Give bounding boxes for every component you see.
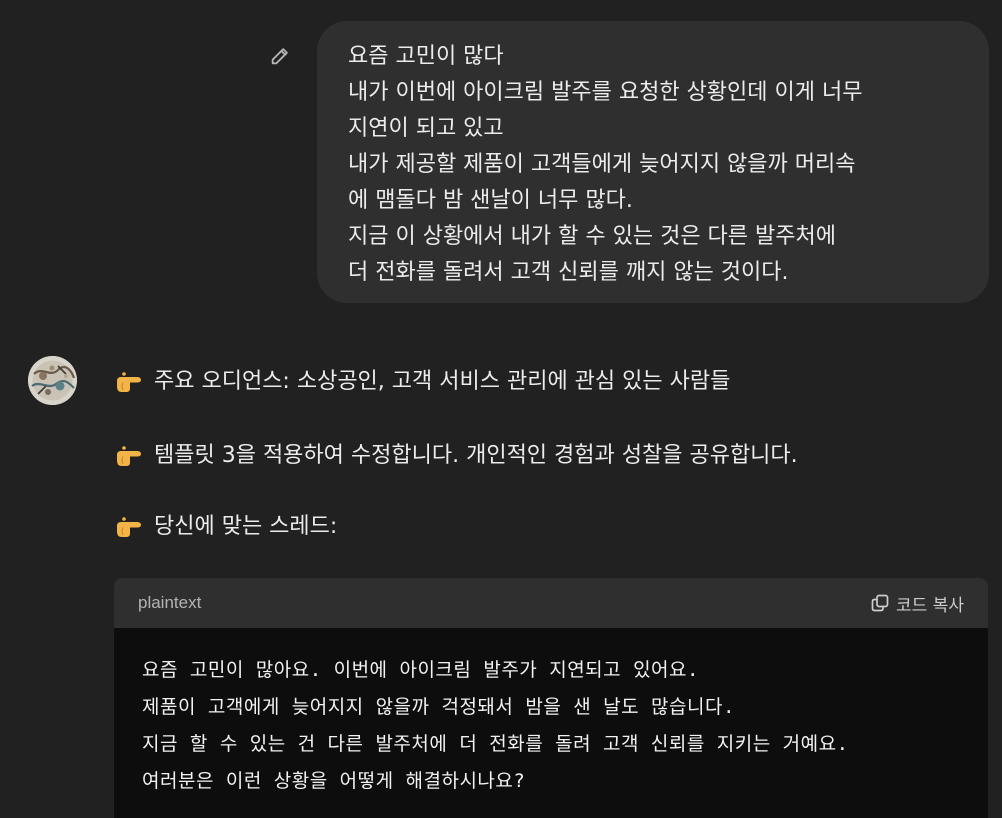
user-message-line: 지연이 되고 있고 <box>348 116 504 141</box>
point-text: 주요 오디언스: 소상공인, 고객 서비스 관리에 관심 있는 사람들 <box>154 369 731 394</box>
edit-message-button[interactable] <box>264 40 296 72</box>
code-line: 제품이 고객에게 늦어지지 않을까 걱정돼서 밤을 샌 날도 많습니다. <box>142 696 735 718</box>
user-message-line: 더 전화를 돌려서 고객 신뢰를 깨지 않는 것이다. <box>348 260 789 285</box>
chat-page: 요즘 고민이 많다 내가 이번에 아이크림 발주를 요청한 상황인데 이게 너무… <box>0 0 1002 818</box>
avatar-illustration-icon <box>28 356 77 405</box>
user-message-bubble: 요즘 고민이 많다 내가 이번에 아이크림 발주를 요청한 상황인데 이게 너무… <box>317 21 989 303</box>
assistant-point-template: 템플릿 3을 적용하여 수정합니다. 개인적인 경험과 성찰을 공유합니다. <box>115 440 798 472</box>
assistant-point-thread: 당신에 맞는 스레드: <box>115 511 337 543</box>
pointing-hand-icon <box>117 372 141 392</box>
point-text: 당신에 맞는 스레드: <box>154 514 338 539</box>
copy-code-button[interactable]: 코드 복사 <box>870 591 964 616</box>
code-line: 지금 할 수 있는 건 다른 발주처에 더 전화를 돌려 고객 신뢰를 지키는 … <box>142 733 849 755</box>
assistant-avatar <box>28 356 77 405</box>
user-message-line: 지금 이 상황에서 내가 할 수 있는 것은 다른 발주처에 <box>348 224 836 249</box>
user-message-line: 요즘 고민이 많다 <box>348 44 504 69</box>
user-message-line: 내가 제공할 제품이 고객들에게 늦어지지 않을까 머리속 <box>348 152 856 177</box>
user-message-line: 내가 이번에 아이크림 발주를 요청한 상황인데 이게 너무 <box>348 80 863 105</box>
code-block-body: 요즘 고민이 많아요. 이번에 아이크림 발주가 지연되고 있어요. 제품이 고… <box>114 628 988 800</box>
code-block: plaintext 코드 복사 요즘 고민이 많아요. 이번에 아이크림 발주가… <box>114 578 988 818</box>
user-message-line: 에 맴돌다 밤 샌날이 너무 많다. <box>348 188 633 213</box>
pointing-hand-icon <box>117 446 141 466</box>
code-block-header: plaintext 코드 복사 <box>114 578 988 628</box>
code-language-label: plaintext <box>138 593 202 612</box>
pencil-icon <box>271 48 288 65</box>
copy-icon <box>871 594 889 612</box>
code-line: 요즘 고민이 많아요. 이번에 아이크림 발주가 지연되고 있어요. <box>142 659 699 681</box>
point-text: 템플릿 3을 적용하여 수정합니다. 개인적인 경험과 성찰을 공유합니다. <box>154 443 798 468</box>
code-line: 여러분은 이런 상황을 어떻게 해결하시나요? <box>142 770 526 792</box>
pointing-hand-icon <box>117 517 141 537</box>
copy-code-label: 코드 복사 <box>896 595 964 616</box>
assistant-point-audience: 주요 오디언스: 소상공인, 고객 서비스 관리에 관심 있는 사람들 <box>115 366 730 398</box>
